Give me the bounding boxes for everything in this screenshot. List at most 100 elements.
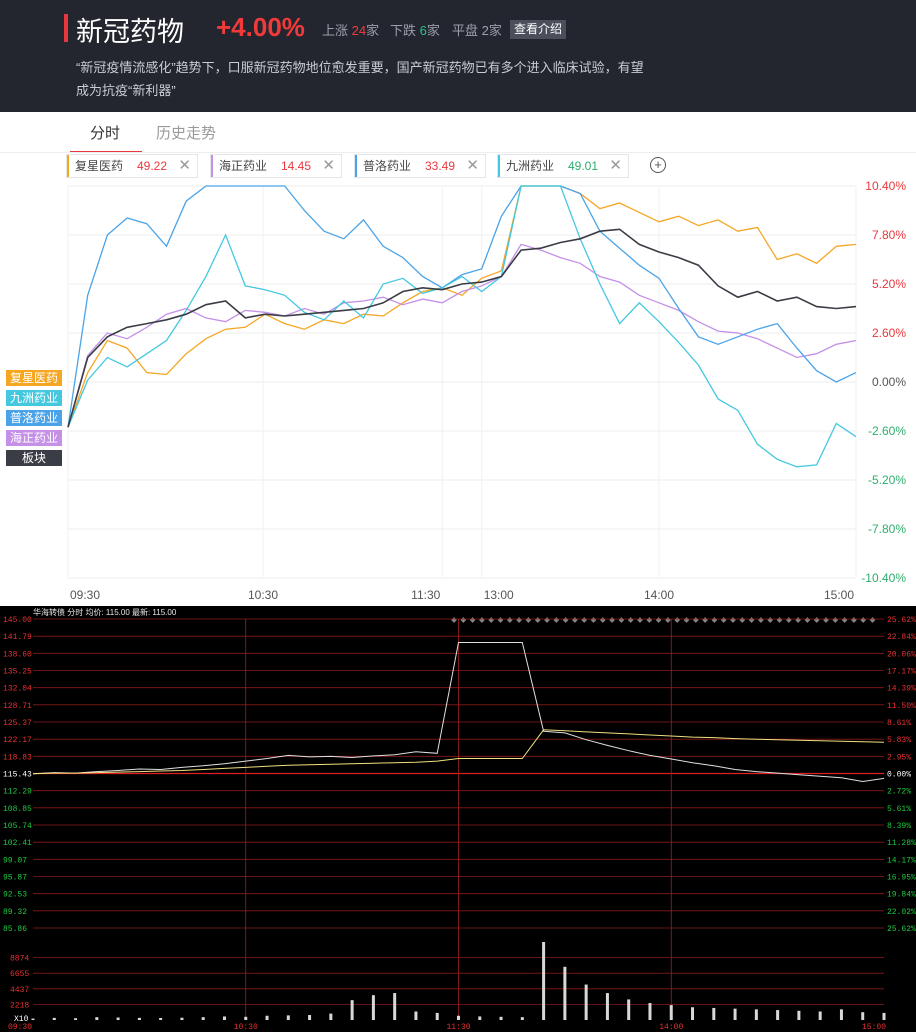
series-line-复星医药	[67, 185, 857, 428]
pct-tick-label: 25.62%	[887, 925, 916, 934]
legend-chip-haizheng[interactable]: 海正药业 14.45 ✕	[210, 154, 342, 178]
event-marker-icon	[785, 617, 792, 623]
volume-bar	[733, 1008, 737, 1020]
volume-bar	[350, 1000, 354, 1020]
close-icon[interactable]: ✕	[178, 155, 191, 177]
event-marker-icon	[832, 617, 839, 623]
event-marker-icon	[767, 617, 774, 623]
bond-x-tick-label: 11:30	[446, 1023, 470, 1032]
view-intro-button[interactable]: 查看介绍	[510, 20, 567, 39]
event-marker-icon	[748, 617, 755, 623]
event-marker-icon	[618, 617, 625, 623]
event-marker-icon	[692, 617, 699, 623]
series-line-板块	[67, 228, 857, 428]
flat-unit: 家	[488, 23, 502, 38]
volume-bar	[648, 1002, 652, 1020]
volume-bar	[435, 1012, 439, 1020]
event-marker-icon	[860, 617, 867, 623]
price-tick-label: 128.71	[3, 702, 32, 711]
down-unit: 家	[426, 23, 440, 38]
event-marker-icon	[683, 617, 690, 623]
price-tick-label: 141.79	[3, 633, 32, 642]
volume-bar	[882, 1012, 886, 1020]
volume-bar	[159, 1018, 163, 1020]
bond-intraday-chart: 华海转债 分时 均价: 115.00 最新: 115.00145.00 141.7…	[0, 606, 916, 1032]
volume-bar	[712, 1007, 716, 1020]
flat-count: 2	[481, 23, 489, 38]
pct-tick-label: 14.17%	[887, 856, 916, 865]
event-marker-icon	[711, 617, 718, 623]
event-marker-icon	[599, 617, 606, 623]
volume-bar	[499, 1016, 503, 1020]
volume-bar	[244, 1016, 248, 1020]
volume-tick-label: 6655	[10, 970, 29, 979]
event-marker-icon	[562, 617, 569, 623]
event-marker-icon	[730, 617, 736, 623]
up-count-stat: 上涨 24家	[322, 20, 379, 39]
series-line-普洛药业	[67, 185, 857, 428]
x-tick-label: 09:30	[70, 588, 100, 602]
y-tick-label: 0.00%	[872, 375, 906, 389]
description-line-2: 成为抗疫“新利器”	[76, 83, 176, 98]
legend-chip-puluo[interactable]: 普洛药业 33.49 ✕	[354, 154, 486, 178]
y-tick-label: -10.40%	[861, 571, 906, 585]
volume-bar	[776, 1010, 780, 1020]
event-marker-icon	[646, 617, 653, 623]
pct-tick-label: 5.61%	[887, 805, 911, 814]
event-marker-icon	[627, 617, 634, 623]
flat-count-stat: 平盘 2家	[452, 20, 502, 39]
pct-tick-label: 17.17%	[887, 668, 916, 677]
side-tag-puluo: 普洛药业	[6, 410, 62, 426]
event-marker-icon	[590, 617, 597, 623]
event-marker-icon	[813, 617, 820, 623]
chip-value: 33.49	[425, 159, 456, 173]
event-marker-icon	[534, 617, 541, 623]
tab-intraday[interactable]: 分时	[90, 122, 120, 143]
volume-bar	[137, 1017, 141, 1020]
pct-tick-label: 5.83%	[887, 736, 911, 745]
legend-chip-fosun[interactable]: 复星医药 49.22 ✕	[66, 154, 198, 178]
series-line-海正药业	[67, 243, 857, 428]
sector-description: “新冠疫情流感化”趋势下，口服新冠药物地位愈发重要，国产新冠药物已有多个进入临床…	[76, 56, 696, 102]
volume-bar	[393, 993, 397, 1020]
close-icon[interactable]: ✕	[466, 155, 479, 177]
volume-bar	[371, 995, 375, 1020]
price-tick-label: 125.37	[3, 719, 32, 728]
event-marker-icon	[841, 617, 848, 623]
event-marker-icon	[553, 617, 560, 623]
volume-bar	[265, 1015, 269, 1020]
close-icon[interactable]: ✕	[322, 155, 335, 177]
close-icon[interactable]: ✕	[609, 155, 622, 177]
event-marker-icon	[488, 617, 495, 623]
event-marker-icon	[506, 617, 513, 623]
price-tick-label: 145.00	[3, 616, 32, 625]
pct-tick-label: 11.28%	[887, 839, 916, 848]
pct-tick-label: 14.39%	[887, 685, 916, 694]
price-tick-label: 112.29	[3, 788, 32, 797]
chip-color-edge	[67, 155, 69, 177]
description-line-1: “新冠疫情流感化”趋势下，口服新冠药物地位愈发重要，国产新冠药物已有多个进入临床…	[76, 60, 644, 75]
volume-bar	[74, 1018, 78, 1020]
price-tick-label: 122.17	[3, 736, 32, 745]
legend-chip-jiuzhou[interactable]: 九洲药业 49.01 ✕	[497, 154, 629, 178]
event-marker-icon	[497, 617, 504, 623]
volume-bar	[116, 1017, 120, 1020]
pct-tick-label: 11.50%	[887, 702, 916, 711]
add-stock-icon[interactable]: +	[650, 157, 666, 173]
volume-bar	[797, 1010, 801, 1020]
side-tag-sector: 板块	[6, 450, 62, 466]
event-marker-icon	[655, 617, 662, 623]
price-tick-label: 138.60	[3, 650, 32, 659]
chip-color-edge	[498, 155, 500, 177]
pct-tick-label: 19.84%	[887, 891, 916, 900]
volume-bar	[222, 1016, 226, 1020]
bond-x-tick-label: 09:30	[8, 1023, 32, 1032]
volume-bar	[754, 1009, 758, 1020]
event-marker-icon	[720, 617, 727, 623]
chip-name: 复星医药	[75, 159, 124, 173]
chip-name: 九洲药业	[506, 159, 555, 173]
pct-tick-label: 25.62%	[887, 616, 916, 625]
price-tick-label: 105.74	[3, 822, 32, 831]
tab-history[interactable]: 历史走势	[156, 122, 216, 143]
volume-bar	[180, 1017, 184, 1020]
